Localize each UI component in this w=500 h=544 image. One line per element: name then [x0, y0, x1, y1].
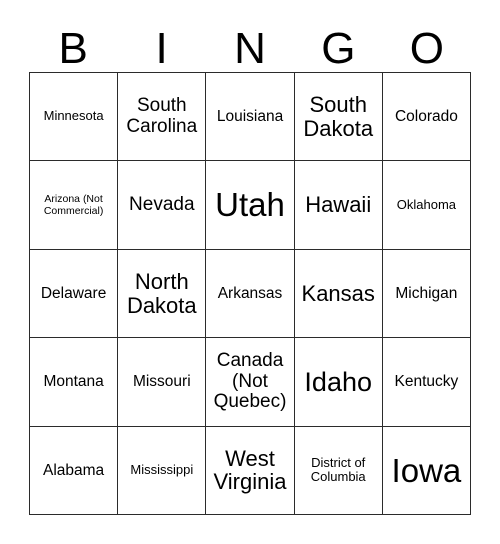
bingo-cell[interactable]: Idaho [294, 338, 383, 427]
bingo-cell[interactable]: Hawaii [294, 161, 383, 250]
bingo-cell[interactable]: Delaware [30, 249, 119, 339]
bingo-cell[interactable]: Montana [30, 338, 119, 427]
bingo-cell[interactable]: North Dakota [118, 249, 207, 339]
bingo-cell[interactable]: Utah [206, 161, 295, 250]
bingo-cell[interactable]: Arkansas [206, 249, 295, 339]
bingo-row: Arizona (Not Commercial) Nevada Utah Haw… [30, 161, 472, 250]
bingo-header-letter-g: G [321, 24, 356, 73]
bingo-header-letter-o: O [409, 24, 444, 73]
bingo-cell[interactable]: Alabama [30, 426, 119, 516]
bingo-card: B I N G O Minnesota South Carolina Louis… [0, 0, 500, 544]
bingo-cell[interactable]: Oklahoma [382, 161, 472, 250]
bingo-cell[interactable]: Minnesota [30, 73, 119, 162]
bingo-grid: Minnesota South Carolina Louisiana South… [29, 72, 472, 516]
bingo-cell[interactable]: Iowa [382, 426, 472, 516]
bingo-row: Montana Missouri Canada (Not Quebec) Ida… [30, 338, 472, 427]
bingo-cell[interactable]: District of Columbia [294, 426, 383, 516]
bingo-cell[interactable]: Michigan [382, 249, 472, 339]
bingo-cell[interactable]: South Carolina [118, 73, 207, 162]
bingo-header-letter-b: B [58, 24, 88, 73]
bingo-cell[interactable]: Louisiana [206, 73, 295, 162]
bingo-cell[interactable]: Kansas [294, 249, 383, 339]
bingo-cell[interactable]: Colorado [382, 73, 472, 162]
bingo-cell[interactable]: Canada (Not Quebec) [206, 338, 295, 427]
bingo-header-letter-i: I [155, 24, 168, 73]
bingo-cell[interactable]: Mississippi [118, 426, 207, 516]
bingo-cell[interactable]: Missouri [118, 338, 207, 427]
bingo-header: B I N G O [29, 18, 471, 72]
bingo-cell[interactable]: South Dakota [294, 73, 383, 162]
bingo-row: Minnesota South Carolina Louisiana South… [30, 73, 472, 162]
bingo-row: Delaware North Dakota Arkansas Kansas Mi… [30, 249, 472, 339]
bingo-header-letter-n: N [234, 24, 266, 73]
bingo-cell[interactable]: Arizona (Not Commercial) [30, 161, 119, 250]
bingo-cell[interactable]: West Virginia [206, 426, 295, 516]
bingo-cell[interactable]: Nevada [118, 161, 207, 250]
bingo-row: Alabama Mississippi West Virginia Distri… [30, 426, 472, 516]
bingo-cell[interactable]: Kentucky [382, 338, 472, 427]
